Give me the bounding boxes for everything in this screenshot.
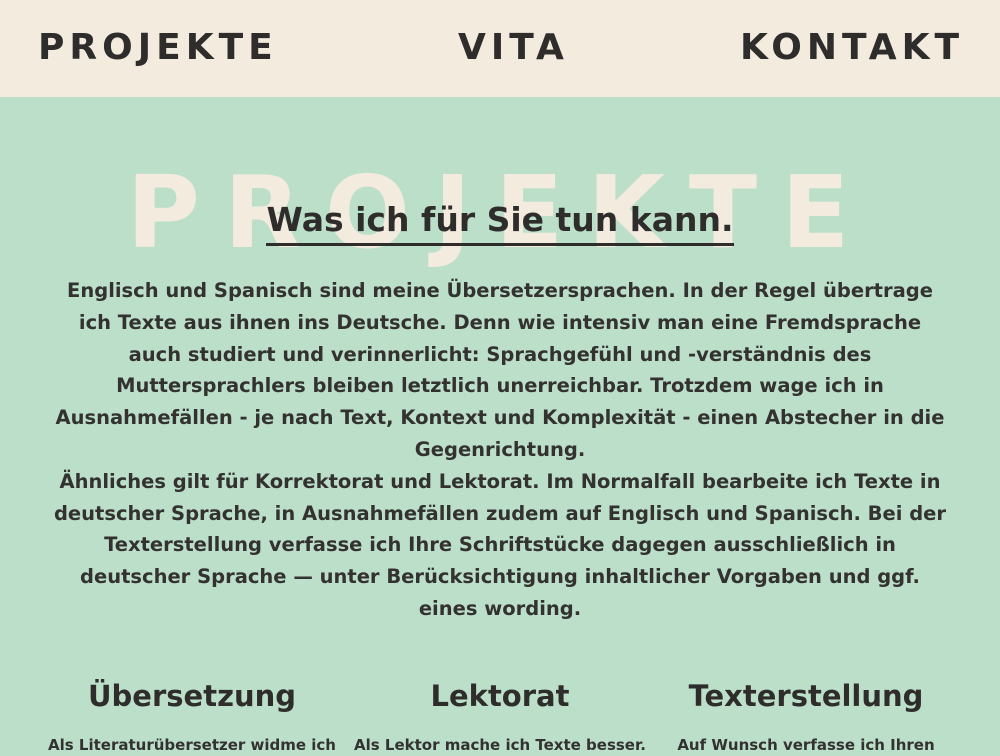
intro-paragraph-editing: Ähnliches gilt für Korrektorat und Lekto… xyxy=(53,469,947,620)
service-title-uebersetzung: Übersetzung xyxy=(88,679,296,713)
service-title-lektorat: Lektorat xyxy=(430,679,570,713)
service-column-uebersetzung: Übersetzung Als Literaturübersetzer widm… xyxy=(42,676,342,756)
nav-link-projekte[interactable]: PROJEKTE xyxy=(38,26,278,70)
nav-link-kontakt[interactable]: KONTAKT xyxy=(740,26,964,70)
nav-link-vita[interactable]: VITA xyxy=(458,26,569,70)
service-text-lektorat: Als Lektor mache ich Texte besser. xyxy=(354,736,646,754)
top-navigation-bar: PROJEKTE VITA KONTAKT xyxy=(0,0,1000,97)
headline-text: Was ich für Sie tun kann. xyxy=(266,198,734,246)
service-column-texterstellung: Texterstellung Auf Wunsch verfasse ich I… xyxy=(656,676,956,756)
section-headline: Was ich für Sie tun kann. xyxy=(0,198,1000,246)
intro-text-block: Englisch und Spanisch sind meine Überset… xyxy=(50,275,950,625)
service-text-uebersetzung: Als Literaturübersetzer widme ich xyxy=(48,736,336,754)
intro-paragraph-languages: Englisch und Spanisch sind meine Überset… xyxy=(55,279,945,461)
service-text-texterstellung: Auf Wunsch verfasse ich Ihren xyxy=(677,736,935,754)
service-title-texterstellung: Texterstellung xyxy=(688,679,924,713)
service-column-lektorat: Lektorat Als Lektor mache ich Texte bess… xyxy=(350,676,650,756)
